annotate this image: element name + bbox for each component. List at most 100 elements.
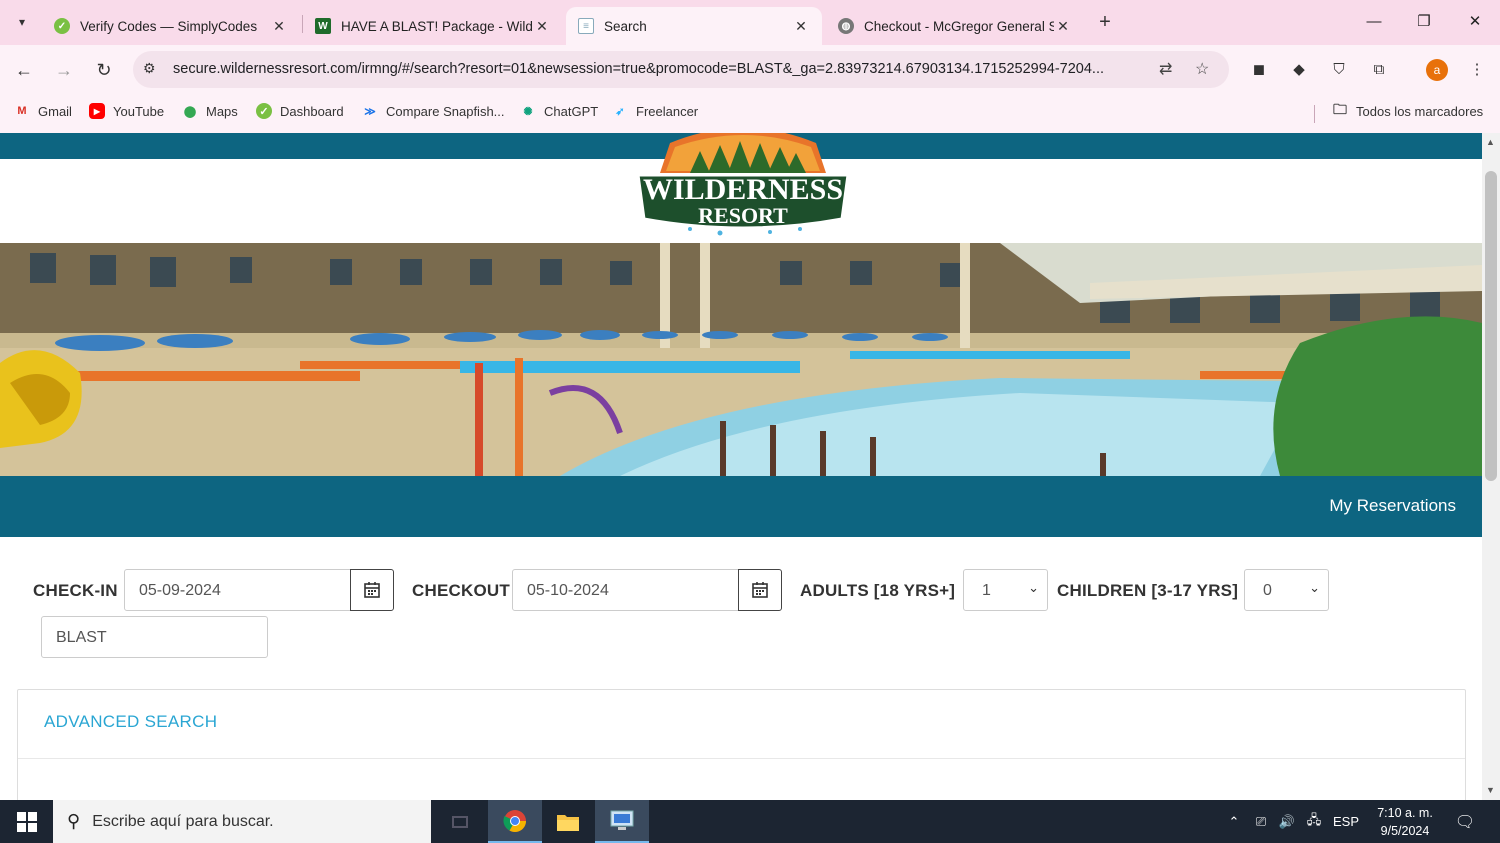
scroll-down-arrow-icon[interactable]: ▼	[1486, 785, 1495, 795]
task-view-button[interactable]	[433, 800, 487, 843]
bookmark-label: Maps	[206, 103, 238, 119]
url-text[interactable]: secure.wildernessresort.com/irmng/#/sear…	[173, 61, 1153, 77]
bookmark-label: Gmail	[38, 103, 72, 119]
tab-title: Checkout - McGregor General S	[864, 18, 1054, 34]
tab-title: Verify Codes — SimplyCodes	[80, 18, 258, 34]
my-reservations-link[interactable]: My Reservations	[1329, 496, 1456, 516]
advanced-search-panel: ADVANCED SEARCH	[17, 689, 1466, 800]
scrollbar-thumb[interactable]	[1485, 171, 1497, 481]
extension-icon[interactable]: ◼	[1248, 59, 1270, 81]
close-tab-icon[interactable]: ✕	[270, 18, 288, 35]
extension-diamond-icon[interactable]: ◆	[1288, 59, 1310, 81]
notifications-icon[interactable]: 🗨	[1452, 800, 1478, 843]
checkout-date-input[interactable]: 05-10-2024	[512, 569, 740, 611]
bookmarks-bar: M Gmail ▶ YouTube ⬤ Maps ✓ Dashboard ≫ C…	[0, 95, 1500, 133]
checkin-label: CHECK-IN	[33, 581, 118, 600]
tab-simplycodes[interactable]: ✓ Verify Codes — SimplyCodes ✕	[42, 7, 300, 45]
reload-button[interactable]: ↻	[92, 58, 116, 82]
meet-now-icon[interactable]: ⎚	[1250, 800, 1272, 843]
page-scrollbar[interactable]: ▲ ▼	[1482, 133, 1500, 800]
checkin-calendar-button[interactable]	[350, 569, 394, 611]
windows-logo-icon	[16, 811, 37, 832]
page-icon: ≡	[578, 18, 594, 34]
taskbar-chrome[interactable]	[488, 800, 542, 843]
taskbar-file-explorer[interactable]	[541, 800, 595, 843]
clock-time: 7:10 a. m.	[1377, 806, 1433, 820]
bookmark-label: ChatGPT	[544, 103, 599, 119]
checkout-label: CHECKOUT	[412, 581, 510, 600]
reservations-bar: My Reservations	[0, 476, 1482, 537]
bookmark-chatgpt[interactable]: ✺ ChatGPT	[520, 103, 598, 119]
tab-wilderness-package[interactable]: W HAVE A BLAST! Package - Wilde ✕	[303, 7, 563, 45]
search-icon: ⚲	[67, 811, 81, 831]
address-bar[interactable]: ⚙ secure.wildernessresort.com/irmng/#/se…	[133, 51, 1229, 88]
taskbar-remote-app[interactable]	[595, 800, 649, 843]
tab-search-dropdown[interactable]: ▾	[10, 10, 34, 34]
all-bookmarks-button[interactable]: 🗀 Todos los marcadores	[1332, 101, 1483, 119]
tab-search[interactable]: ≡ Search ✕	[566, 7, 822, 45]
chatgpt-icon: ✺	[523, 105, 533, 118]
windows-taskbar: ⚲ Escribe aquí para buscar. ⌃ ⎚ 🔊 🖧 ESP …	[0, 800, 1500, 843]
system-clock[interactable]: 7:10 a. m. 9/5/2024	[1363, 804, 1447, 840]
browser-toolbar: ← → ↻ ⚙ secure.wildernessresort.com/irmn…	[0, 45, 1500, 95]
close-tab-icon[interactable]: ✕	[792, 18, 810, 35]
site-info-icon[interactable]: ⚙	[143, 60, 156, 77]
tab-checkout[interactable]: ◍ Checkout - McGregor General S ✕	[826, 7, 1084, 45]
bookmark-maps[interactable]: ⬤ Maps	[182, 103, 238, 119]
shield-extension-icon[interactable]: ⛉	[1328, 59, 1350, 81]
adults-value: 1	[982, 582, 991, 599]
bookmark-label: Compare Snapfish...	[386, 103, 505, 119]
volume-icon[interactable]: 🔊	[1276, 800, 1298, 843]
simplycodes-icon: ✓	[54, 18, 70, 34]
wilderness-w-icon: W	[315, 18, 331, 34]
bookmark-gmail[interactable]: M Gmail	[14, 103, 72, 119]
menu-kebab-icon[interactable]: ⋮	[1466, 59, 1488, 81]
chevron-down-icon: ⌄	[1028, 580, 1039, 595]
close-window-button[interactable]: ✕	[1453, 8, 1497, 36]
waterpark-hero-image	[0, 243, 1482, 476]
bookmark-freelancer[interactable]: ➶ Freelancer	[612, 103, 698, 119]
youtube-icon: ▶	[89, 103, 105, 119]
tab-title: HAVE A BLAST! Package - Wilde	[341, 18, 533, 34]
show-hidden-icons[interactable]: ⌃	[1224, 800, 1244, 843]
network-icon[interactable]: 🖧	[1302, 800, 1326, 843]
bookmark-label: YouTube	[113, 103, 165, 119]
task-view-icon	[452, 815, 468, 828]
forward-button[interactable]: →	[52, 58, 76, 82]
children-select[interactable]: 0 ⌄	[1244, 569, 1329, 611]
dashboard-icon: ✓	[256, 103, 272, 119]
new-tab-button[interactable]: +	[1094, 11, 1116, 33]
tab-title: Search	[604, 18, 647, 34]
checkout-calendar-button[interactable]	[738, 569, 782, 611]
bookmark-youtube[interactable]: ▶ YouTube	[89, 103, 164, 119]
start-button[interactable]	[0, 800, 53, 843]
profile-avatar[interactable]: a	[1426, 59, 1448, 81]
translate-icon[interactable]: ⇄	[1159, 59, 1172, 79]
advanced-search-toggle[interactable]: ADVANCED SEARCH	[44, 712, 217, 732]
bookmarks-separator	[1314, 105, 1315, 123]
promo-code-input[interactable]: BLAST	[41, 616, 268, 658]
wilderness-resort-logo[interactable]: WILDERNESS RESORT	[630, 133, 856, 239]
bookmark-star-icon[interactable]: ☆	[1195, 59, 1209, 79]
scroll-up-arrow-icon[interactable]: ▲	[1486, 137, 1495, 147]
browser-chrome: ▾ ✓ Verify Codes — SimplyCodes ✕ W HAVE …	[0, 0, 1500, 133]
bookmark-snapfish[interactable]: ≫ Compare Snapfish...	[362, 103, 505, 119]
panel-divider	[18, 758, 1465, 759]
taskbar-search-placeholder: Escribe aquí para buscar.	[92, 812, 274, 830]
checkin-date-input[interactable]: 05-09-2024	[124, 569, 352, 611]
close-tab-icon[interactable]: ✕	[1054, 18, 1072, 35]
taskbar-search-box[interactable]: ⚲ Escribe aquí para buscar.	[53, 800, 431, 843]
chevron-down-icon: ⌄	[1309, 580, 1320, 595]
close-tab-icon[interactable]: ✕	[533, 18, 551, 35]
bookmark-dashboard[interactable]: ✓ Dashboard	[256, 103, 344, 119]
input-language[interactable]: ESP	[1332, 800, 1360, 843]
back-button[interactable]: ←	[12, 58, 36, 82]
logo-text-resort: RESORT	[698, 203, 788, 228]
minimize-button[interactable]: —	[1352, 8, 1396, 36]
tab-strip: ▾ ✓ Verify Codes — SimplyCodes ✕ W HAVE …	[0, 0, 1500, 45]
extensions-puzzle-icon[interactable]: ⧉	[1368, 59, 1390, 81]
logo-text-wilderness: WILDERNESS	[643, 173, 843, 206]
restore-button[interactable]: ❐	[1402, 8, 1446, 36]
adults-select[interactable]: 1 ⌄	[963, 569, 1048, 611]
adults-label: ADULTS [18 YRS+]	[800, 581, 956, 600]
